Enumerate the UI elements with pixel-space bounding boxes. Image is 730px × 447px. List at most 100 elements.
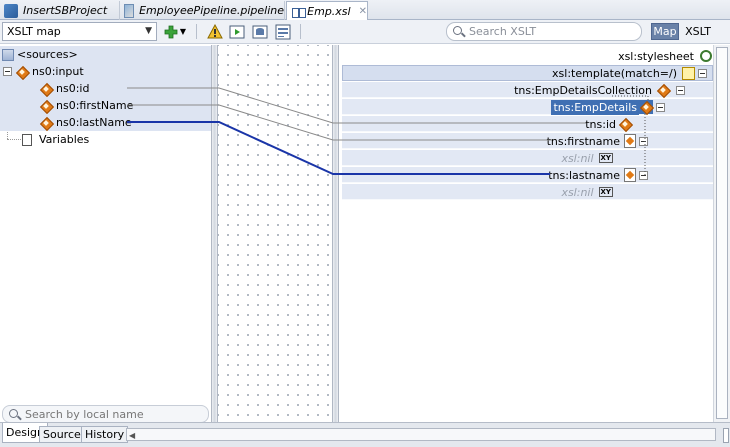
element-icon (639, 100, 653, 114)
search-placeholder: Search by local name (25, 407, 144, 421)
element-icon (39, 99, 53, 113)
left-splitter[interactable] (211, 45, 218, 422)
source-search-input[interactable]: Search by local name (2, 405, 209, 423)
variables-node[interactable]: Variables (0, 131, 89, 148)
node-label: xsl:stylesheet (618, 49, 694, 63)
node-label: ns0:firstName (56, 99, 134, 112)
xslt-view-button[interactable]: XSLT (682, 23, 714, 40)
run-test-icon (229, 25, 245, 38)
mapper-toolbar: XSLT map ▼ ▼ Search XSLT Map XSLT (0, 20, 730, 44)
sources-icon (2, 48, 14, 61)
source-tree-panel: <sources> ns0:input ns0:id ns0:firstName… (0, 45, 211, 402)
tab-label: Emp.xsl (307, 5, 351, 18)
node-label: tns:firstname (546, 134, 620, 148)
function-icon (624, 168, 636, 182)
scrollbar-thumb[interactable] (716, 47, 728, 419)
chevron-left-icon[interactable]: ◀ (129, 431, 135, 440)
warning-icon (207, 23, 223, 38)
close-icon[interactable]: ✕ (359, 6, 367, 17)
node-label: Variables (39, 133, 90, 146)
node-label: tns:EmpDetailsCollection (514, 83, 652, 97)
collapse-icon[interactable] (698, 68, 707, 78)
chevron-down-icon: ▼ (179, 27, 187, 36)
tab-source[interactable]: Source (39, 426, 85, 443)
xsl-file-icon (291, 5, 307, 19)
collapse-icon[interactable] (3, 67, 12, 76)
input-node[interactable]: ns0:input (0, 63, 211, 80)
map-view-button[interactable]: Map (651, 23, 679, 40)
nil1-band (342, 150, 713, 166)
node-label: ns0:id (56, 82, 90, 95)
vertical-scrollbar[interactable] (713, 45, 730, 422)
collapse-icon[interactable] (656, 102, 665, 112)
chevron-down-icon: ▼ (145, 26, 152, 36)
search-icon (9, 409, 18, 418)
source-field-lastname[interactable]: ns0:lastName (0, 114, 211, 131)
collapse-icon[interactable] (639, 170, 648, 180)
element-icon (656, 83, 670, 97)
mapping-canvas[interactable] (218, 45, 332, 422)
template-icon (682, 66, 695, 80)
xpath-icon: XY (598, 187, 613, 197)
target-nil-2[interactable]: xsl:nil XY (561, 184, 613, 200)
node-label: tns:EmpDetails (551, 99, 639, 115)
tab-label: InsertSBProject (23, 4, 108, 17)
tab-history[interactable]: History (81, 426, 129, 443)
collapse-icon[interactable] (639, 136, 648, 146)
node-label: tns:lastname (548, 168, 620, 182)
validate-button[interactable] (206, 23, 224, 40)
database-button[interactable] (251, 23, 269, 40)
tab-label: EmployeePipeline.pipeline (139, 4, 284, 17)
right-splitter[interactable] (332, 45, 339, 422)
node-label: ns0:lastName (56, 116, 132, 129)
id-band (342, 116, 713, 132)
xslt-mapper-window: InsertSBProject EmployeePipeline.pipelin… (0, 0, 730, 447)
gear-icon[interactable] (700, 50, 712, 62)
source-field-firstname[interactable]: ns0:firstName (0, 97, 211, 114)
editor-tab-bar: InsertSBProject EmployeePipeline.pipelin… (0, 0, 730, 21)
add-menu-button[interactable]: ▼ (178, 23, 188, 40)
template-node[interactable]: xsl:template(match=/) (552, 65, 710, 81)
test-button[interactable] (228, 23, 246, 40)
empdetails-node[interactable]: tns:EmpDetails (551, 99, 668, 115)
tab-insertsbproject[interactable]: InsertSBProject (0, 1, 120, 20)
search-icon (453, 26, 462, 35)
element-icon (39, 116, 53, 130)
target-tree-panel: xsl:stylesheet xsl:template(match=/) tns… (340, 45, 713, 422)
element-icon (618, 117, 632, 131)
document-button[interactable] (274, 23, 292, 40)
sources-root-node[interactable]: <sources> (0, 46, 211, 63)
map-type-value: XSLT map (7, 25, 61, 38)
plus-icon (164, 25, 178, 38)
map-type-select[interactable]: XSLT map ▼ (2, 22, 157, 41)
node-label: xsl:nil (561, 151, 594, 165)
firstname-band (342, 133, 713, 149)
search-xslt-input[interactable]: Search XSLT (446, 22, 642, 41)
source-field-id[interactable]: ns0:id (0, 80, 211, 97)
horizontal-scrollbar[interactable]: ◀ (126, 428, 729, 443)
pipeline-icon (124, 3, 135, 18)
tab-emp-xsl[interactable]: Emp.xsl ✕ (286, 1, 368, 21)
scroll-end-handle[interactable] (723, 428, 729, 443)
project-icon (4, 3, 18, 18)
target-field-firstname[interactable]: tns:firstname (547, 133, 651, 149)
node-label: tns:id (585, 117, 616, 131)
bottom-tab-bar: Design Source History ◀ (0, 422, 730, 447)
function-icon (624, 134, 636, 148)
collection-node[interactable]: tns:EmpDetailsCollection (514, 82, 688, 98)
element-icon (15, 65, 29, 79)
toolbar-separator (196, 24, 197, 39)
collapse-icon[interactable] (676, 85, 685, 95)
node-label: ns0:input (32, 65, 84, 78)
node-label: xsl:nil (561, 185, 594, 199)
tab-employeepipeline[interactable]: EmployeePipeline.pipeline (120, 1, 285, 20)
toolbar-separator (300, 24, 301, 39)
document-icon (275, 24, 291, 39)
search-placeholder: Search XSLT (469, 25, 537, 38)
target-field-lastname[interactable]: tns:lastname (548, 167, 651, 183)
node-label: <sources> (17, 48, 78, 61)
stylesheet-node[interactable]: xsl:stylesheet (618, 48, 712, 64)
target-nil-1[interactable]: xsl:nil XY (561, 150, 613, 166)
target-field-id[interactable]: tns:id (585, 116, 635, 132)
node-label: xsl:template(match=/) (552, 66, 677, 80)
